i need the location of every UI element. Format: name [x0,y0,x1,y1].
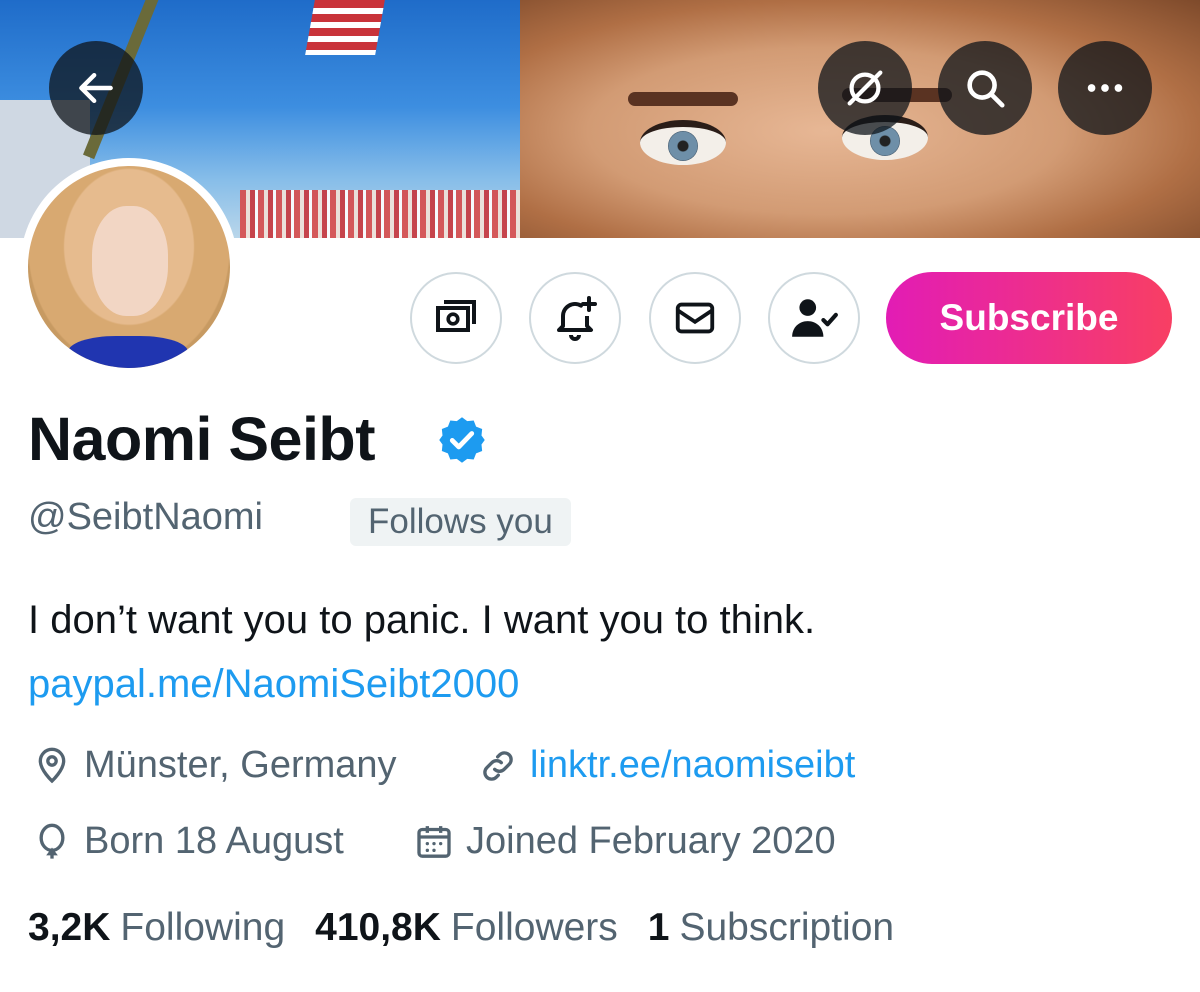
person-check-icon [792,299,838,337]
avatar-face [92,206,168,316]
banner-crowd [240,190,530,238]
link-icon [483,750,513,781]
subscribe-button[interactable]: Subscribe [886,272,1172,364]
subscriptions-label: Subscription [679,906,895,949]
following-button[interactable] [768,272,860,364]
following-count: 3,2K [28,906,111,949]
subscriptions-stat[interactable]: 1 Subscription [648,906,894,950]
translate-button[interactable] [818,41,912,135]
bell-plus-icon [557,296,597,341]
following-label: Following [120,906,286,949]
search-button[interactable] [938,41,1032,135]
banner-eye [640,120,726,165]
followers-stat[interactable]: 410,8K Followers [315,906,618,950]
more-horizontal-icon [1087,84,1123,92]
money-icon [436,300,476,332]
arrow-left-icon [79,72,113,104]
slash-circle-icon [847,70,883,106]
profile-stats: 3,2K Following 410,8K Followers 1 Subscr… [28,906,924,950]
verified-badge-icon [439,417,485,463]
follows-you-badge: Follows you [350,498,571,546]
profile-handle: @SeibtNaomi [28,496,263,538]
balloon-icon [39,823,65,859]
location-row: Münster, Germany [32,744,397,787]
following-stat[interactable]: 3,2K Following [28,906,285,950]
display-name: Naomi Seibt [28,405,376,473]
birthday-text: Born 18 August [84,820,344,862]
birthday-row: Born 18 August [32,820,344,863]
banner-flag [305,0,385,55]
joined-row: Joined February 2020 [414,820,836,863]
tip-button[interactable] [410,272,502,364]
location-text: Münster, Germany [84,744,397,786]
envelope-icon [675,302,715,334]
avatar[interactable] [20,158,238,376]
search-icon [967,70,1005,108]
calendar-icon [417,825,451,858]
subscriptions-count: 1 [647,906,670,949]
followers-label: Followers [450,906,618,949]
notify-button[interactable] [529,272,621,364]
website-link[interactable]: linktr.ee/naomiseibt [530,744,855,787]
back-button[interactable] [49,41,143,135]
avatar-dress [68,336,188,368]
more-button[interactable] [1058,41,1152,135]
message-button[interactable] [649,272,741,364]
followers-count: 410,8K [315,906,441,949]
banner-brow [628,92,738,106]
website-row[interactable]: linktr.ee/naomiseibt [478,744,855,787]
location-pin-icon [38,747,66,783]
profile-bio: I don’t want you to panic. I want you to… [28,598,816,642]
bio-link[interactable]: paypal.me/NaomiSeibt2000 [28,662,519,707]
joined-text: Joined February 2020 [466,820,836,862]
avatar-image [28,166,230,368]
